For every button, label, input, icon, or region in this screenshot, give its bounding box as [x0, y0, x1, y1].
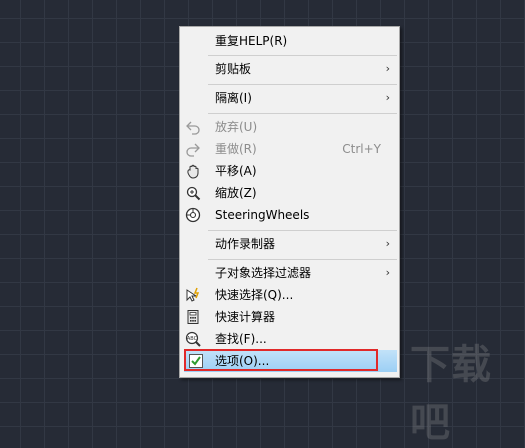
menu-item-label: 平移(A) [215, 164, 257, 178]
menu-item-label: 重做(R) [215, 142, 257, 156]
menu-item-label: SteeringWheels [215, 208, 310, 222]
menu-item-quick-select[interactable]: 快速选择(Q)... [180, 284, 399, 306]
quick-select-icon [185, 287, 201, 303]
menu-item-label: 选项(O)... [215, 354, 270, 368]
menu-item-label: 放弃(U) [215, 120, 258, 134]
menu-item-label: 隔离(I) [215, 91, 252, 105]
redo-icon [185, 141, 201, 157]
menu-item-pan[interactable]: 平移(A) [180, 160, 399, 182]
menu-item-action-recorder[interactable]: 动作录制器 › [180, 233, 399, 255]
submenu-arrow-icon: › [385, 62, 390, 75]
menu-separator [208, 84, 397, 85]
zoom-icon [185, 185, 201, 201]
menu-item-steeringwheels[interactable]: SteeringWheels [180, 204, 399, 226]
menu-item-redo[interactable]: 重做(R) Ctrl+Y [180, 138, 399, 160]
menu-item-label: 缩放(Z) [215, 186, 257, 200]
menu-separator [208, 113, 397, 114]
find-abc-icon: ABC [185, 331, 201, 347]
shortcut-text: Ctrl+Y [342, 142, 381, 156]
submenu-arrow-icon: › [385, 266, 390, 279]
menu-item-undo[interactable]: 放弃(U) [180, 116, 399, 138]
options-check-icon [188, 353, 204, 369]
submenu-arrow-icon: › [385, 237, 390, 250]
menu-item-label: 查找(F)... [215, 332, 267, 346]
menu-item-zoom[interactable]: 缩放(Z) [180, 182, 399, 204]
menu-separator [208, 259, 397, 260]
watermark: 下载吧 [410, 342, 492, 446]
menu-item-label: 重复HELP(R) [215, 34, 288, 48]
pan-hand-icon [185, 163, 201, 179]
menu-item-label: 子对象选择过滤器 [215, 266, 312, 280]
menu-item-label: 快速计算器 [215, 310, 276, 324]
menu-item-label: 快速选择(Q)... [215, 288, 294, 302]
undo-icon [185, 119, 201, 135]
context-menu: 重复HELP(R) 剪贴板 › 隔离(I) › 放弃(U) 重做(R) Ctrl… [179, 26, 400, 378]
menu-item-find[interactable]: ABC 查找(F)... [180, 328, 399, 350]
submenu-arrow-icon: › [385, 91, 390, 104]
menu-item-options[interactable]: 选项(O)... [184, 350, 397, 372]
menu-item-quick-calc[interactable]: 快速计算器 [180, 306, 399, 328]
menu-item-label: 剪贴板 [215, 62, 252, 76]
menu-item-repeat-help[interactable]: 重复HELP(R) [180, 30, 399, 52]
menu-item-clipboard[interactable]: 剪贴板 › [180, 58, 399, 80]
menu-separator [208, 230, 397, 231]
steering-wheel-icon [185, 207, 201, 223]
menu-item-isolate[interactable]: 隔离(I) › [180, 87, 399, 109]
menu-item-subobject-filter[interactable]: 子对象选择过滤器 › [180, 262, 399, 284]
calculator-icon [185, 309, 201, 325]
menu-separator [208, 55, 397, 56]
svg-text:ABC: ABC [187, 336, 198, 342]
menu-item-label: 动作录制器 [215, 237, 276, 251]
